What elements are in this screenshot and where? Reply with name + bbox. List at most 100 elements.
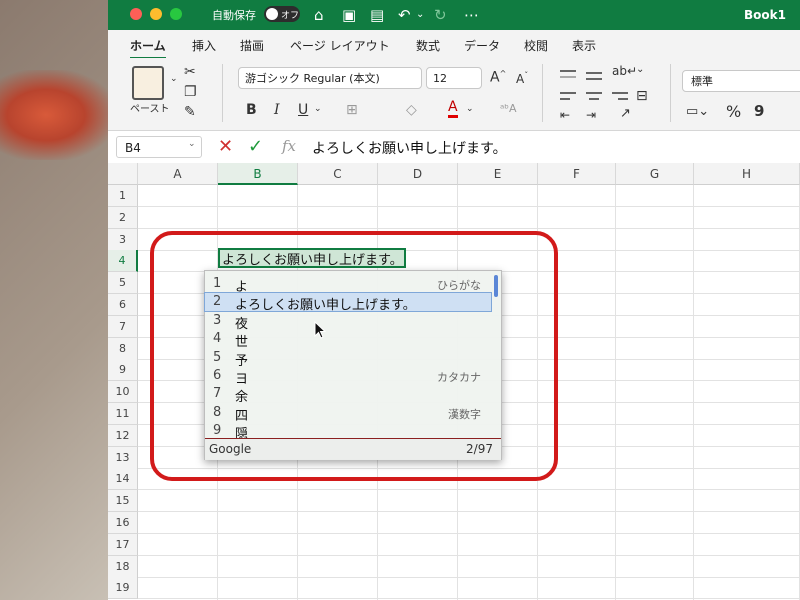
undo-dropdown-icon[interactable]: ⌄ xyxy=(416,6,424,24)
autosave-label: 自動保存 xyxy=(212,9,256,22)
row-header-13[interactable]: 13 xyxy=(108,446,138,469)
ribbon-tabs: ホーム 挿入 描画 ページ レイアウト 数式 データ 校閲 表示 xyxy=(108,30,800,59)
row-header-3[interactable]: 3 xyxy=(108,228,138,251)
number-format-select[interactable]: 標準 xyxy=(682,70,800,92)
bold-button[interactable]: B xyxy=(246,102,257,118)
italic-button[interactable]: I xyxy=(274,102,280,118)
save-as-icon[interactable]: ▤ xyxy=(370,6,384,24)
align-line xyxy=(586,72,602,74)
column-header-e[interactable]: E xyxy=(458,163,538,185)
tab-insert[interactable]: 挿入 xyxy=(192,37,216,54)
row-header-17[interactable]: 17 xyxy=(108,533,138,556)
decrease-indent-icon[interactable]: ⇤ xyxy=(560,108,570,122)
row-header-4[interactable]: 4 xyxy=(108,250,138,273)
paste-icon[interactable] xyxy=(132,66,164,100)
row-header-5[interactable]: 5 xyxy=(108,272,138,295)
row-header-10[interactable]: 10 xyxy=(108,381,138,404)
phonetic-icon[interactable]: ᵃᵇA xyxy=(500,102,517,115)
save-icon[interactable]: ▣ xyxy=(342,6,356,24)
row-header-19[interactable]: 19 xyxy=(108,577,138,600)
select-all-corner[interactable] xyxy=(108,163,138,185)
ribbon-home: ペースト ⌄ ✂ ❐ ✎ 游ゴシック Regular (本文) 12 A^ Aˇ… xyxy=(108,58,800,131)
row-header-12[interactable]: 12 xyxy=(108,424,138,447)
row-header-11[interactable]: 11 xyxy=(108,403,138,425)
row-header-8[interactable]: 8 xyxy=(108,337,138,360)
row-header-9[interactable]: 9 xyxy=(108,359,138,382)
row-header-6[interactable]: 6 xyxy=(108,294,138,316)
name-box-dropdown-icon[interactable]: ⌄ xyxy=(188,139,196,149)
decrease-font-size-icon[interactable]: Aˇ xyxy=(516,71,528,86)
borders-icon[interactable]: ⊞ xyxy=(346,102,358,118)
formula-input[interactable]: よろしくお願い申し上げます。 xyxy=(312,138,507,158)
column-header-c[interactable]: C xyxy=(298,163,378,185)
column-header-h[interactable]: H xyxy=(694,163,800,185)
percent-style-button[interactable]: % xyxy=(726,102,741,121)
more-icon[interactable]: ⋯ xyxy=(464,6,479,24)
zoom-window-button[interactable] xyxy=(170,8,182,20)
orientation-icon[interactable]: ↗ xyxy=(620,106,631,121)
tab-page-layout[interactable]: ページ レイアウト xyxy=(290,37,390,54)
row-header-15[interactable]: 15 xyxy=(108,490,138,513)
row-header-16[interactable]: 16 xyxy=(108,512,138,534)
confirm-entry-icon[interactable]: ✓ xyxy=(248,136,263,157)
accounting-format-icon[interactable]: ▭⌄ xyxy=(686,104,709,119)
formula-bar: B4 ⌄ ✕ ✓ fx よろしくお願い申し上げます。 xyxy=(108,131,800,164)
column-header-f[interactable]: F xyxy=(538,163,616,185)
row-header-2[interactable]: 2 xyxy=(108,206,138,229)
row-header-7[interactable]: 7 xyxy=(108,315,138,338)
align-line xyxy=(560,92,576,94)
font-color-dropdown-icon[interactable]: ⌄ xyxy=(466,104,474,114)
autosave-toggle[interactable]: オフ xyxy=(264,6,300,22)
home-icon[interactable]: ⌂ xyxy=(314,6,324,24)
column-header-g[interactable]: G xyxy=(616,163,694,185)
align-line xyxy=(560,76,576,78)
row-gridline xyxy=(138,511,800,513)
align-line xyxy=(560,98,570,100)
minimize-window-button[interactable] xyxy=(150,8,162,20)
paste-label[interactable]: ペースト xyxy=(130,100,170,115)
column-header-a[interactable]: A xyxy=(138,163,218,185)
font-color-button[interactable]: A xyxy=(448,100,458,118)
tab-view[interactable]: 表示 xyxy=(572,37,596,54)
copy-icon[interactable]: ❐ xyxy=(184,84,197,100)
underline-dropdown-icon[interactable]: ⌄ xyxy=(314,104,322,114)
paste-dropdown-icon[interactable]: ⌄ xyxy=(170,74,178,84)
underline-button[interactable]: U xyxy=(298,102,308,118)
column-header-b[interactable]: B xyxy=(218,163,298,185)
worksheet-grid[interactable]: A B C D E F G H 1 2 3 4 5 6 7 8 9 10 11 12 13 14 15 16 17 18 19 よろし… xyxy=(108,163,800,600)
tab-data[interactable]: データ xyxy=(464,37,500,54)
tab-formulas[interactable]: 数式 xyxy=(416,37,440,54)
cut-icon[interactable]: ✂ xyxy=(184,64,196,80)
row-gridline xyxy=(138,489,800,491)
wrap-dropdown-icon[interactable]: ⌄ xyxy=(636,64,644,75)
insert-function-icon[interactable]: fx xyxy=(282,137,296,155)
undo-icon[interactable]: ↶ xyxy=(398,6,411,24)
redo-icon[interactable]: ↻ xyxy=(434,6,447,24)
comma-style-button[interactable]: 9 xyxy=(754,102,764,120)
merge-center-icon[interactable]: ⊟ xyxy=(636,88,648,104)
tab-home[interactable]: ホーム xyxy=(130,37,166,59)
close-window-button[interactable] xyxy=(130,8,142,20)
tab-review[interactable]: 校閲 xyxy=(524,37,548,54)
column-header-d[interactable]: D xyxy=(378,163,458,185)
cancel-entry-icon[interactable]: ✕ xyxy=(218,136,233,157)
font-name-select[interactable]: 游ゴシック Regular (本文) xyxy=(238,67,422,89)
align-line xyxy=(589,98,599,100)
format-painter-icon[interactable]: ✎ xyxy=(184,104,196,120)
tab-draw[interactable]: 描画 xyxy=(240,37,264,54)
row-gridline xyxy=(138,206,800,207)
increase-font-size-icon[interactable]: A^ xyxy=(490,69,506,86)
row-gridline xyxy=(138,576,800,578)
row-header-1[interactable]: 1 xyxy=(108,185,138,207)
row-header-14[interactable]: 14 xyxy=(108,468,138,491)
align-line xyxy=(612,92,628,94)
autosave-state: オフ xyxy=(281,11,300,21)
row-header-18[interactable]: 18 xyxy=(108,555,138,578)
row-gridline xyxy=(138,227,800,229)
align-line xyxy=(586,78,602,80)
increase-indent-icon[interactable]: ⇥ xyxy=(586,108,596,122)
wrap-text-icon[interactable]: ab↵ xyxy=(612,64,637,78)
fill-color-icon[interactable]: ◇ xyxy=(406,102,417,118)
font-size-select[interactable]: 12 xyxy=(426,67,482,89)
row-gridline xyxy=(138,554,800,556)
